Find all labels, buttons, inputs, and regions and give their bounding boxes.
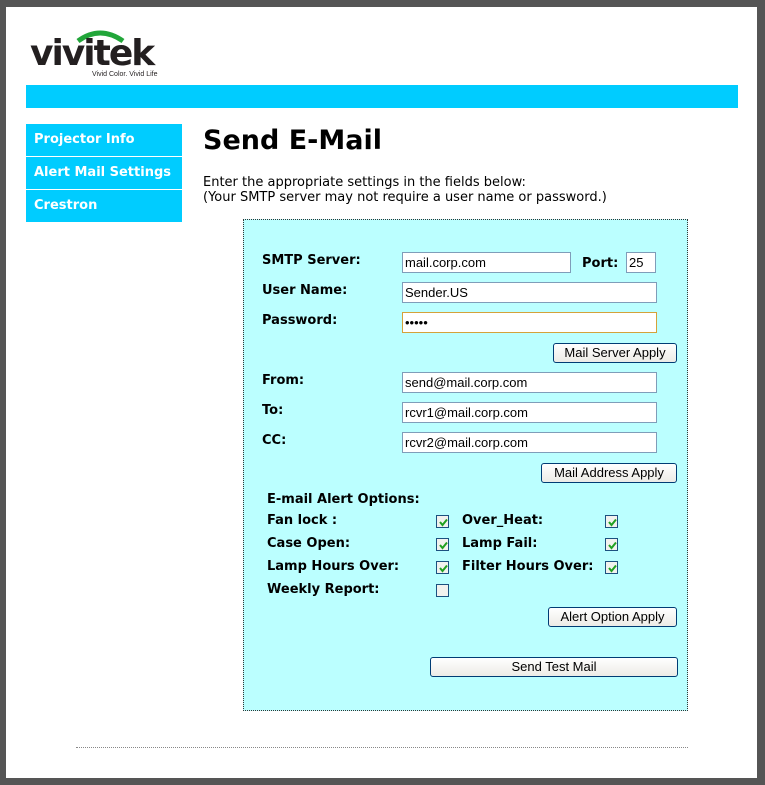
- send-test-mail-button[interactable]: Send Test Mail: [430, 657, 678, 677]
- case-open-checkbox[interactable]: [436, 538, 449, 551]
- alert-options-label: E-mail Alert Options:: [267, 492, 420, 507]
- checkmark-icon: [608, 564, 617, 573]
- vivitek-logo: vivitek Vivid Color. Vivid Life: [30, 27, 180, 78]
- over-heat-checkbox[interactable]: [605, 515, 618, 528]
- page: vivitek Vivid Color. Vivid Life Projecto…: [6, 7, 757, 778]
- fan-lock-checkbox[interactable]: [436, 515, 449, 528]
- port-input[interactable]: [626, 252, 656, 273]
- user-name-input[interactable]: [402, 282, 657, 303]
- case-open-label: Case Open:: [267, 536, 351, 551]
- instructions-line-1: Enter the appropriate settings in the fi…: [203, 175, 526, 190]
- cc-label: CC:: [262, 433, 287, 448]
- cc-input[interactable]: [402, 432, 657, 453]
- instructions: Enter the appropriate settings in the fi…: [203, 175, 607, 205]
- sidebar-item-crestron[interactable]: Crestron: [26, 190, 182, 222]
- user-name-label: User Name:: [262, 283, 348, 298]
- password-label: Password:: [262, 313, 338, 328]
- mail-server-apply-button[interactable]: Mail Server Apply: [553, 343, 677, 363]
- lamp-fail-checkbox[interactable]: [605, 538, 618, 551]
- email-settings-panel: SMTP Server: Port: User Name: Password: …: [243, 219, 688, 711]
- sidebar-item-projector-info[interactable]: Projector Info: [26, 124, 182, 156]
- to-label: To:: [262, 403, 284, 418]
- weekly-report-label: Weekly Report:: [267, 582, 380, 597]
- checkmark-icon: [608, 518, 617, 527]
- lamp-hours-over-checkbox[interactable]: [436, 561, 449, 574]
- header-bar: [26, 85, 738, 108]
- checkmark-icon: [439, 564, 448, 573]
- weekly-report-checkbox[interactable]: [436, 584, 449, 597]
- to-input[interactable]: [402, 402, 657, 423]
- filter-hours-over-checkbox[interactable]: [605, 561, 618, 574]
- lamp-fail-label: Lamp Fail:: [462, 536, 538, 551]
- filter-hours-over-label: Filter Hours Over:: [462, 559, 594, 574]
- from-label: From:: [262, 373, 305, 388]
- checkmark-icon: [439, 541, 448, 550]
- svg-text:Vivid Color. Vivid Life: Vivid Color. Vivid Life: [92, 71, 158, 77]
- smtp-server-input[interactable]: [402, 252, 571, 273]
- svg-text:vivitek: vivitek: [30, 33, 156, 74]
- from-input[interactable]: [402, 372, 657, 393]
- fan-lock-label: Fan lock :: [267, 513, 338, 528]
- mail-address-apply-button[interactable]: Mail Address Apply: [541, 463, 677, 483]
- checkmark-icon: [439, 518, 448, 527]
- sidebar-item-alert-mail-settings[interactable]: Alert Mail Settings: [26, 157, 182, 189]
- page-title: Send E-Mail: [203, 125, 382, 156]
- alert-option-apply-button[interactable]: Alert Option Apply: [548, 607, 677, 627]
- password-input[interactable]: [402, 312, 657, 333]
- over-heat-label: Over_Heat:: [462, 513, 544, 528]
- checkmark-icon: [608, 541, 617, 550]
- instructions-line-2: (Your SMTP server may not require a user…: [203, 190, 607, 205]
- port-label: Port:: [582, 256, 619, 271]
- lamp-hours-over-label: Lamp Hours Over:: [267, 559, 400, 574]
- footer-divider: [76, 747, 688, 748]
- smtp-server-label: SMTP Server:: [262, 253, 361, 268]
